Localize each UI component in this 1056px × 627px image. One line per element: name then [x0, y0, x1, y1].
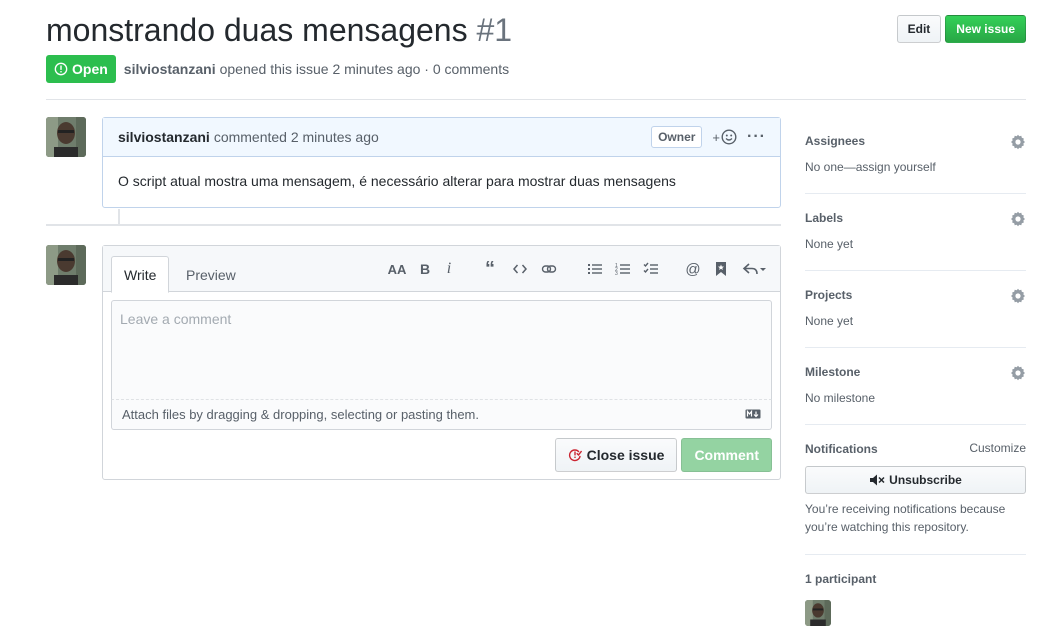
gear-icon[interactable]	[1010, 365, 1026, 381]
tab-write[interactable]: Write	[111, 256, 170, 293]
milestone-value: No milestone	[805, 391, 876, 405]
smiley-icon	[721, 129, 737, 145]
projects-value: None yet	[805, 314, 854, 328]
issue-closed-icon	[568, 449, 582, 462]
comment-author-link[interactable]: silviostanzani	[118, 129, 210, 145]
user-avatar-image	[46, 117, 86, 157]
comment-box: silviostanzani commented 2 minutes ago O…	[102, 117, 781, 208]
status-label: Open	[72, 61, 108, 77]
comment-header: silviostanzani commented 2 minutes ago O…	[103, 118, 780, 157]
sidebar-milestone: Milestone No milestone	[805, 348, 1026, 425]
issue-header: monstrando duas mensagens #1 Edit New is…	[46, 10, 1026, 100]
comment-timestamp[interactable]: commented 2 minutes ago	[214, 129, 379, 145]
unsubscribe-button[interactable]: Unsubscribe	[805, 466, 1026, 494]
comment-button[interactable]: Comment	[681, 438, 772, 472]
ordered-list-icon[interactable]: 123	[614, 260, 632, 278]
avatar[interactable]	[46, 245, 86, 285]
comment-textarea[interactable]: Leave a comment	[111, 300, 772, 400]
milestone-heading: Milestone	[805, 365, 861, 379]
issue-title: monstrando duas mensagens #1	[46, 10, 512, 50]
header-actions: Edit New issue	[896, 15, 1026, 43]
timeline-divider	[46, 224, 781, 226]
gear-icon[interactable]	[1010, 211, 1026, 227]
issue-opened-icon	[54, 62, 68, 76]
issue-opened-text: opened this issue 2 minutes ago · 0 comm…	[219, 61, 510, 77]
projects-heading: Projects	[805, 288, 853, 302]
gear-icon[interactable]	[1010, 288, 1026, 304]
more-options-icon[interactable]: ···	[747, 128, 766, 146]
reply-dropdown-icon[interactable]	[741, 260, 769, 278]
quote-icon[interactable]: “	[481, 258, 499, 280]
mute-icon	[870, 474, 885, 486]
unsubscribe-label: Unsubscribe	[889, 473, 962, 487]
unordered-list-icon[interactable]	[586, 260, 604, 278]
avatar[interactable]	[46, 117, 86, 157]
issue-author-link[interactable]: silviostanzani	[124, 61, 216, 77]
tab-preview[interactable]: Preview	[174, 256, 248, 293]
comment-tabbar: Write Preview AA B i “ 123 @	[103, 246, 780, 293]
labels-heading: Labels	[805, 211, 844, 225]
add-reaction-button[interactable]: +	[712, 129, 737, 145]
edit-button[interactable]: Edit	[896, 15, 942, 43]
text-size-icon[interactable]: AA	[388, 260, 407, 278]
comment-body: O script atual mostra uma mensagem, é ne…	[118, 173, 676, 189]
close-issue-label: Close issue	[586, 447, 665, 463]
sidebar-participants: 1 participant	[805, 555, 1026, 627]
participant-avatar[interactable]	[805, 600, 831, 626]
sidebar-notifications: Notifications Customize Unsubscribe You’…	[805, 425, 1026, 555]
markdown-icon[interactable]	[745, 409, 761, 419]
gear-icon[interactable]	[1010, 134, 1026, 150]
status-badge: Open	[46, 55, 116, 83]
labels-value: None yet	[805, 237, 854, 251]
notifications-note: You’re receiving notifications because y…	[805, 502, 1006, 534]
code-icon[interactable]	[511, 260, 529, 278]
issue-number: #1	[476, 12, 513, 48]
attach-files-text: Attach files by dragging & dropping, sel…	[122, 407, 479, 422]
link-icon[interactable]	[540, 260, 558, 278]
timeline-connector	[118, 209, 120, 224]
sidebar-assignees: Assignees No one—assign yourself	[805, 117, 1026, 194]
new-issue-button[interactable]: New issue	[945, 15, 1026, 43]
assignees-heading: Assignees	[805, 134, 866, 148]
attach-files-bar[interactable]: Attach files by dragging & dropping, sel…	[111, 400, 772, 430]
bookmark-icon[interactable]	[712, 260, 730, 278]
bold-icon[interactable]: B	[416, 260, 434, 278]
issue-title-text: monstrando duas mensagens	[46, 12, 468, 48]
mention-icon[interactable]: @	[684, 260, 702, 278]
user-avatar-image	[46, 245, 86, 285]
sidebar-labels: Labels None yet	[805, 194, 1026, 271]
user-avatar-image	[805, 600, 831, 626]
close-issue-button[interactable]: Close issue	[554, 438, 678, 472]
owner-badge: Owner	[651, 126, 703, 148]
task-list-icon[interactable]	[642, 260, 660, 278]
comment-tools: Owner + ···	[651, 126, 766, 148]
issue-meta: Open silviostanzani opened this issue 2 …	[46, 55, 509, 83]
italic-icon[interactable]: i	[440, 260, 458, 278]
customize-link[interactable]: Customize	[969, 441, 1026, 455]
issue-sidebar: Assignees No one—assign yourself Labels …	[805, 117, 1026, 627]
assignees-value[interactable]: No one—assign yourself	[805, 159, 1026, 175]
participants-heading: 1 participant	[805, 572, 877, 586]
new-comment-form: Write Preview AA B i “ 123 @ Leave a com…	[102, 245, 781, 480]
form-actions: Close issue Comment	[554, 438, 772, 472]
svg-text:3: 3	[615, 271, 618, 277]
sidebar-projects: Projects None yet	[805, 271, 1026, 348]
